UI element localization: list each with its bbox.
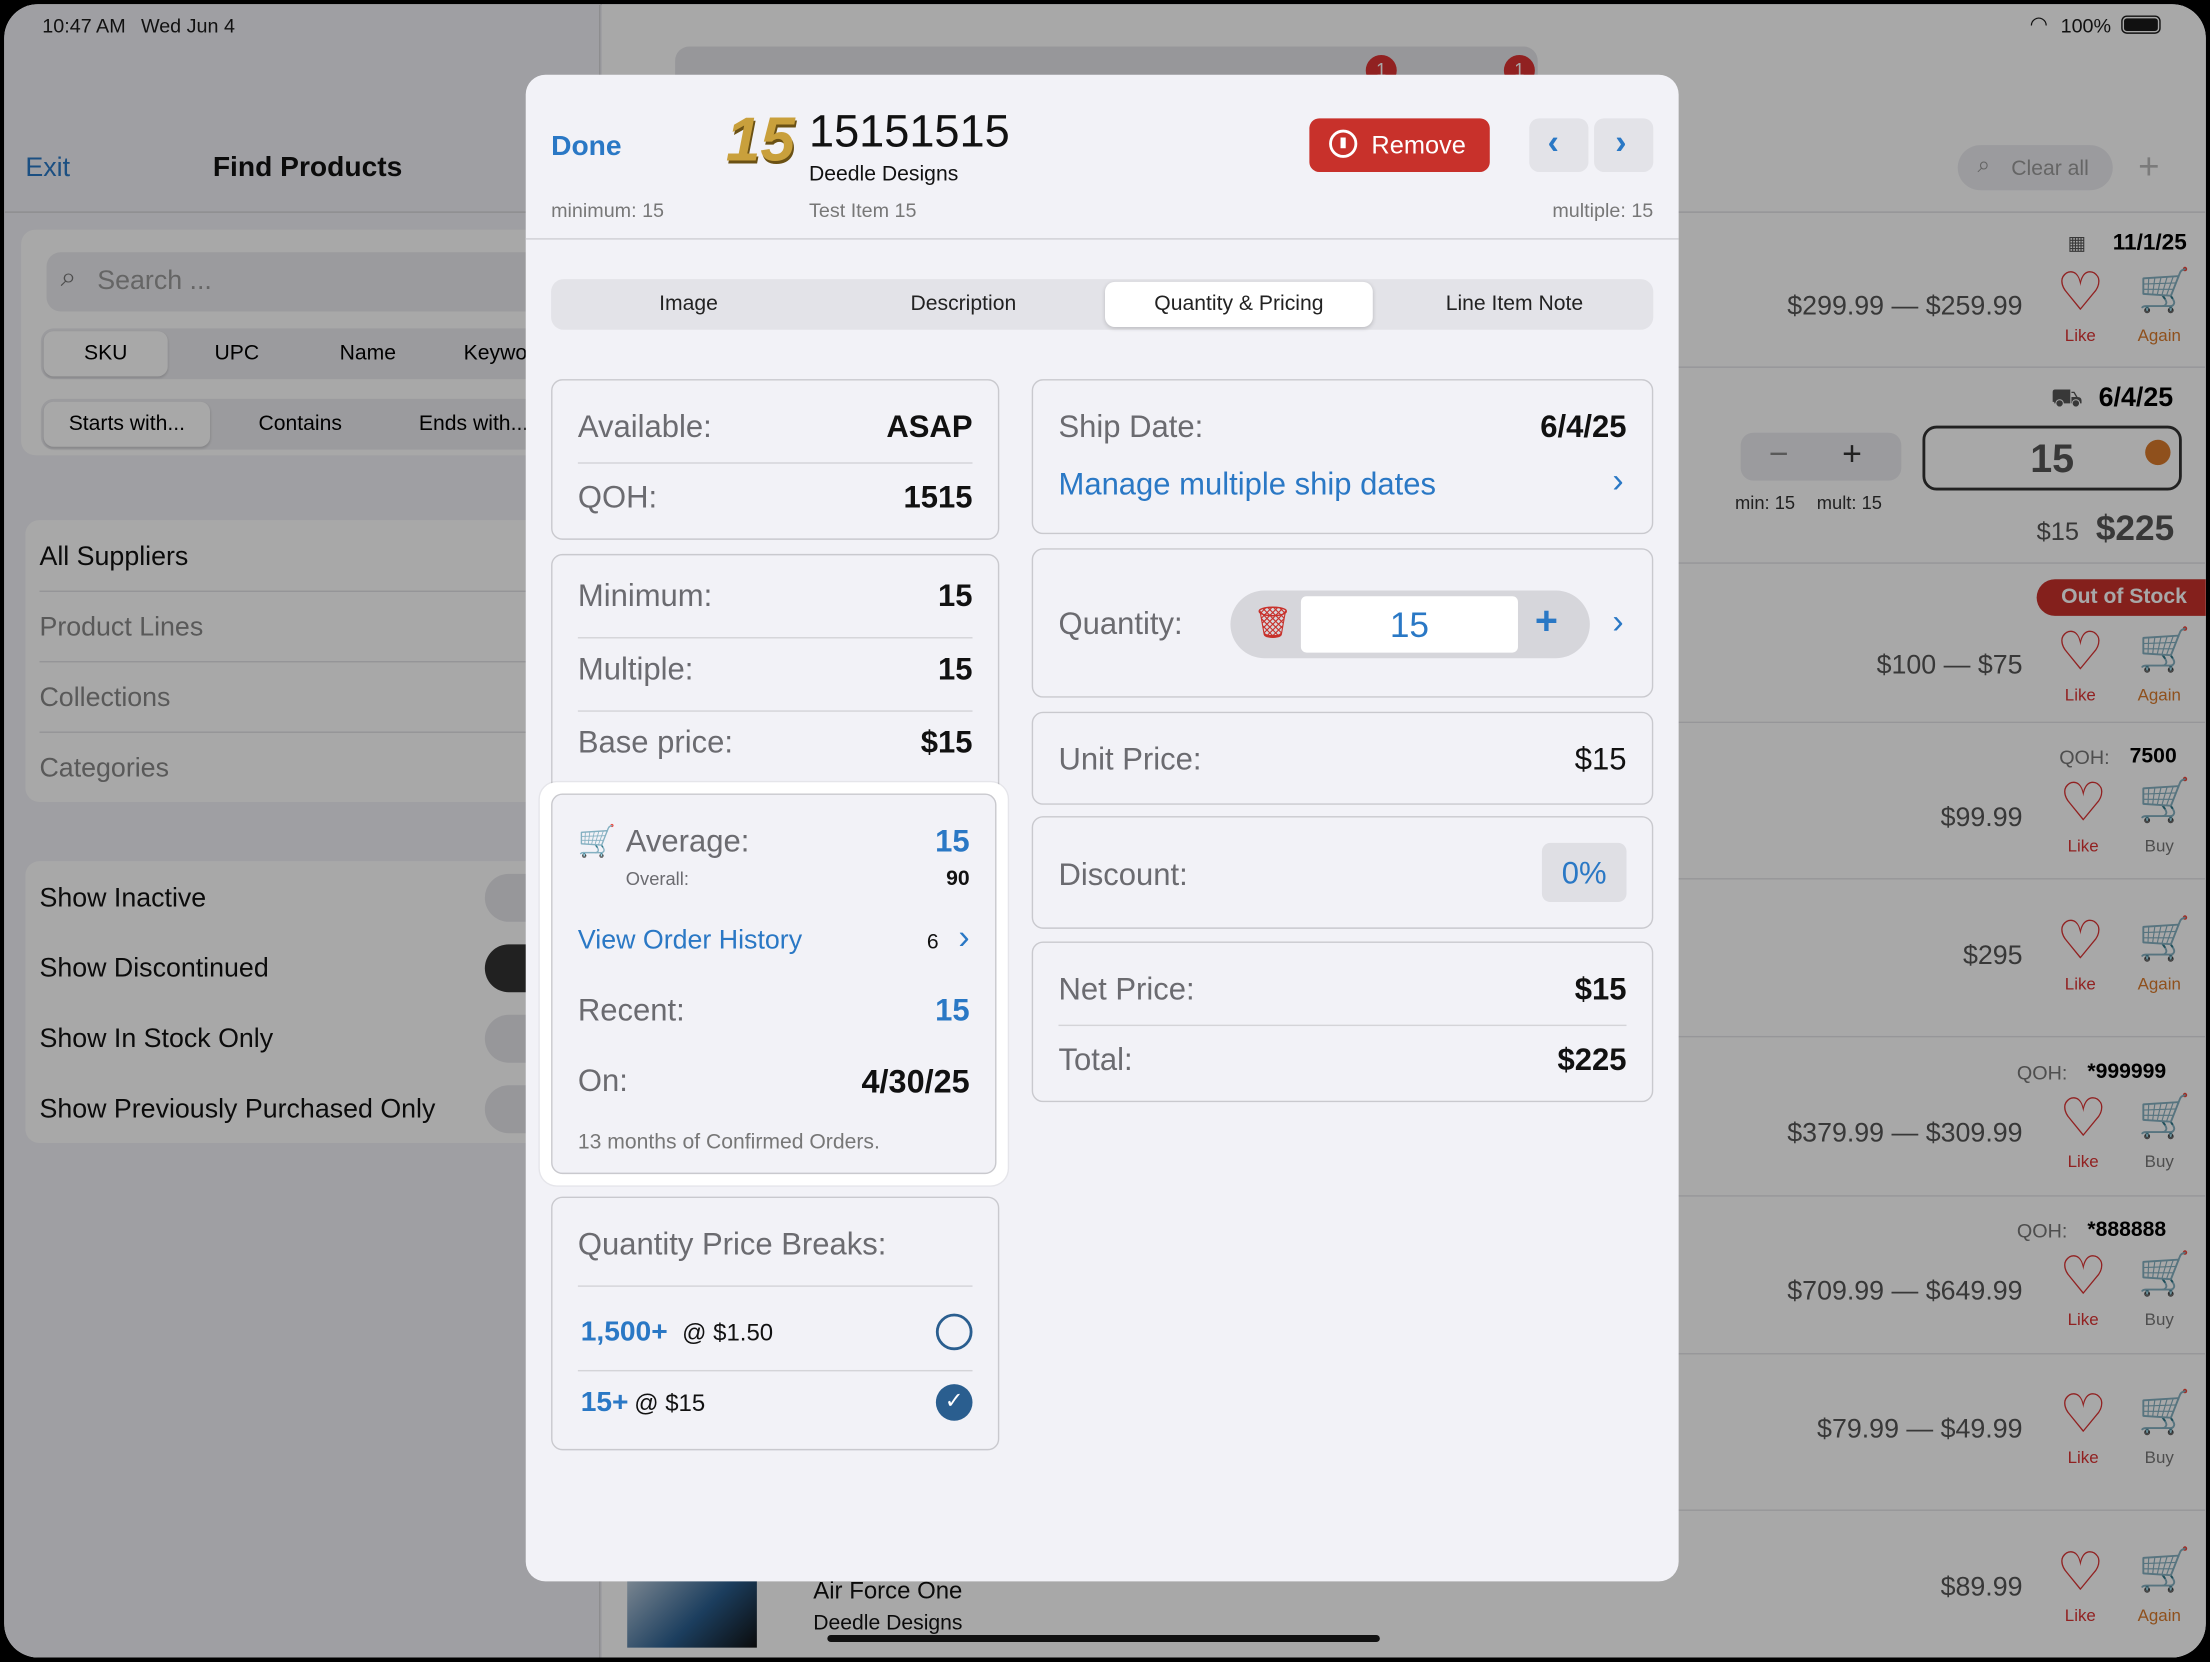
unit-price-value: $15 <box>1574 741 1627 777</box>
price-breaks-card: Quantity Price Breaks: 1,500+ @ $1.50 15… <box>551 1196 1000 1451</box>
multiple-label: Multiple: <box>577 651 694 687</box>
order-history-note: 13 months of Confirmed Orders. <box>577 1130 880 1155</box>
price-breaks-title: Quantity Price Breaks: <box>577 1226 887 1262</box>
divider <box>577 637 973 639</box>
home-indicator <box>827 1634 1380 1642</box>
order-history-card: 🛒 Average: 15 Overall: 90 View Order His… <box>551 793 997 1175</box>
divider <box>577 710 973 712</box>
ship-date-label: Ship Date: <box>1058 408 1204 444</box>
tab-quantity-pricing[interactable]: Quantity & Pricing <box>1105 281 1373 327</box>
discount-card: Discount: 0% <box>1031 816 1654 929</box>
view-order-history-link[interactable]: View Order History <box>578 926 802 957</box>
qoh-label: QOH: <box>577 479 658 515</box>
quantity-stepper[interactable]: 🗑 15 + <box>1230 590 1590 659</box>
base-price-label: Base price: <box>577 724 733 760</box>
price-break-quantity: 1,500+ <box>580 1316 668 1348</box>
divider <box>525 238 1679 240</box>
screenshot: 10:47 AM Wed Jun 4 ◠ 100% Exit Find Prod… <box>0 0 2210 1662</box>
total-label: Total: <box>1058 1041 1133 1077</box>
remove-label: Remove <box>1371 131 1466 160</box>
product-logo: 15 <box>725 105 795 175</box>
remove-button[interactable]: ▮ Remove <box>1309 118 1490 172</box>
discount-value: 0% <box>1561 855 1607 891</box>
recent-label: Recent: <box>577 992 685 1028</box>
order-history-count: 6 <box>926 930 939 955</box>
on-label: On: <box>577 1062 628 1098</box>
availability-card: Available: ASAP QOH: 1515 <box>551 379 1000 540</box>
quantity-value: 15 <box>1389 606 1430 646</box>
last-order-date: 4/30/25 <box>861 1062 970 1100</box>
chevron-right-icon[interactable]: › <box>958 919 969 958</box>
overall-label: Overall: <box>625 868 689 890</box>
average-label: Average: <box>625 823 750 859</box>
available-value: ASAP <box>886 408 973 444</box>
unit-price-card: Unit Price: $15 <box>1031 711 1654 805</box>
order-history-highlight: 🛒 Average: 15 Overall: 90 View Order His… <box>539 782 1008 1186</box>
divider <box>577 1285 973 1287</box>
ship-date-value: 6/4/25 <box>1540 408 1627 444</box>
divider <box>1058 1024 1627 1027</box>
detail-tabs: Image Description Quantity & Pricing Lin… <box>551 279 1654 330</box>
cart-icon: 🛒 <box>577 823 617 859</box>
done-button[interactable]: Done <box>551 131 621 163</box>
chevron-left-icon: ‹ <box>1547 124 1559 163</box>
minimum-note: minimum: 15 <box>551 198 665 222</box>
ipad-screen: 10:47 AM Wed Jun 4 ◠ 100% Exit Find Prod… <box>4 4 2206 1658</box>
divider <box>577 1369 973 1372</box>
tab-image[interactable]: Image <box>554 279 823 330</box>
battery-level: 100% <box>2060 14 2112 37</box>
minimum-value: 15 <box>938 577 973 614</box>
minimum-label: Minimum: <box>577 577 713 614</box>
price-break-price: @ $15 <box>634 1389 706 1417</box>
status-date: Wed Jun 4 <box>140 14 235 37</box>
price-break-quantity: 15+ <box>580 1386 629 1418</box>
discount-label: Discount: <box>1058 856 1188 893</box>
average-value: 15 <box>935 823 970 859</box>
qoh-value: 1515 <box>903 479 973 515</box>
trash-icon: ▮ <box>1329 129 1358 158</box>
price-break-radio-unselected[interactable] <box>935 1313 973 1351</box>
available-label: Available: <box>577 408 712 444</box>
ship-date-card: Ship Date: 6/4/25 Manage multiple ship d… <box>1031 379 1654 535</box>
chevron-right-icon[interactable]: › <box>1612 603 1623 642</box>
next-item-button[interactable]: › <box>1594 118 1654 172</box>
base-price-value: $15 <box>920 724 973 760</box>
overall-value: 90 <box>946 866 970 891</box>
wifi-icon: ◠ <box>2029 12 2049 37</box>
manage-ship-dates-link[interactable]: Manage multiple ship dates <box>1058 467 1435 504</box>
multiple-note: multiple: 15 <box>1552 198 1654 222</box>
tab-description[interactable]: Description <box>829 279 1098 330</box>
trash-icon[interactable]: 🗑 <box>1253 605 1292 642</box>
product-item-name: Test Item 15 <box>809 198 917 222</box>
price-break-price: @ $1.50 <box>682 1319 774 1347</box>
quantity-input[interactable]: 15 <box>1300 596 1518 653</box>
chevron-right-icon: › <box>1615 124 1627 163</box>
tab-line-item-note[interactable]: Line Item Note <box>1380 279 1649 330</box>
quantity-card: Quantity: 🗑 15 + › <box>1031 548 1654 698</box>
multiple-value: 15 <box>938 651 973 687</box>
net-price-label: Net Price: <box>1058 971 1195 1007</box>
product-supplier: Deedle Designs <box>809 162 959 187</box>
discount-input[interactable]: 0% <box>1541 842 1627 903</box>
product-sku: 15151515 <box>809 105 1010 157</box>
plus-icon[interactable]: + <box>1535 599 1558 644</box>
total-value: $225 <box>1557 1041 1627 1077</box>
quantity-label: Quantity: <box>1058 606 1183 642</box>
previous-item-button[interactable]: ‹ <box>1529 118 1589 172</box>
checkmark-icon[interactable]: ✓ <box>935 1384 973 1421</box>
net-price-value: $15 <box>1574 971 1627 1007</box>
recent-value: 15 <box>935 992 970 1028</box>
battery-icon <box>2121 15 2161 34</box>
chevron-right-icon[interactable]: › <box>1612 462 1623 501</box>
net-price-card: Net Price: $15 Total: $225 <box>1031 941 1654 1103</box>
status-time: 10:47 AM <box>42 14 126 37</box>
ordering-rules-card: Minimum: 15 Multiple: 15 Base price: $15 <box>551 553 1000 800</box>
status-bar: 10:47 AM Wed Jun 4 ◠ 100% <box>4 4 2206 46</box>
unit-price-label: Unit Price: <box>1058 741 1202 777</box>
divider <box>577 462 973 464</box>
